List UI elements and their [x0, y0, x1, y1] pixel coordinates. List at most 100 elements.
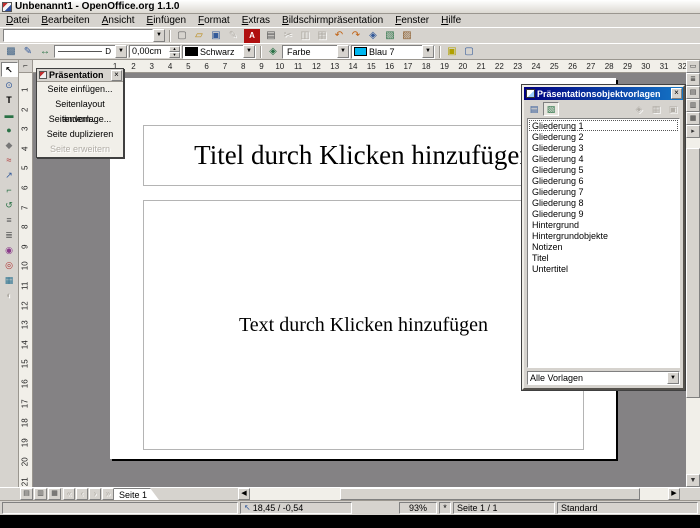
menu-item[interactable]: Datei: [0, 14, 35, 27]
tool-button[interactable]: ◐: [1, 287, 18, 302]
function-icon[interactable]: ✂: [280, 29, 296, 43]
horizontal-ruler[interactable]: 1234567891011121314151617181920212223242…: [33, 60, 686, 73]
line-style-dropdown-button[interactable]: ▼: [115, 45, 127, 58]
style-list-item[interactable]: Gliederung 6: [529, 175, 678, 186]
tool-button[interactable]: ◎: [1, 257, 18, 272]
object-bar-icon[interactable]: ▣: [444, 45, 460, 59]
status-template-cell[interactable]: Standard: [557, 502, 698, 514]
status-position-cell[interactable]: ↖ 18,45 / -0,54: [240, 502, 352, 514]
scroll-down-button[interactable]: ▼: [686, 474, 700, 487]
stylist-close-button[interactable]: ×: [671, 88, 682, 99]
tool-button[interactable]: ≣: [1, 227, 18, 242]
view-button[interactable]: ≣: [686, 73, 700, 86]
tool-button[interactable]: ⌐: [1, 182, 18, 197]
url-combobox[interactable]: ▼: [3, 29, 165, 42]
style-list-item[interactable]: Gliederung 9: [529, 208, 678, 219]
vertical-ruler[interactable]: 123456789101112131415161718192021: [19, 73, 33, 487]
tool-button[interactable]: ⊙: [1, 77, 18, 92]
palette-command[interactable]: Seite einfügen...: [37, 82, 123, 97]
page-nav-button[interactable]: ‹: [76, 488, 88, 500]
view-button[interactable]: ▭: [686, 60, 700, 73]
fill-bucket-icon[interactable]: ◈: [265, 45, 281, 59]
tool-button[interactable]: T: [1, 92, 18, 107]
tool-button[interactable]: ↗: [1, 167, 18, 182]
palette-command[interactable]: Seitenlayout ändern...: [37, 97, 123, 112]
function-icon[interactable]: ▥: [297, 29, 313, 43]
function-icon[interactable]: ▧: [382, 29, 398, 43]
vertical-scrollbar[interactable]: ▭≣▤▥▦▸ ▼: [686, 60, 700, 487]
style-list[interactable]: Gliederung 1Gliederung 2Gliederung 3Glie…: [527, 118, 680, 368]
object-bar-icon[interactable]: ▢: [461, 45, 477, 59]
text-placeholder[interactable]: Text durch Klicken hinzufügen: [143, 200, 584, 450]
status-page-cell[interactable]: Seite 1 / 1: [453, 502, 555, 514]
tool-button[interactable]: ●: [1, 122, 18, 137]
tool-button[interactable]: ▦: [1, 272, 18, 287]
object-bar-icon[interactable]: ▩: [3, 45, 19, 59]
view-button[interactable]: ▥: [686, 99, 700, 112]
view-button[interactable]: ▸: [686, 125, 700, 138]
page-nav-button[interactable]: »: [102, 488, 114, 500]
scroll-right-button[interactable]: ▶: [668, 488, 680, 500]
tool-button[interactable]: ▬: [1, 107, 18, 122]
horizontal-scroll-thumb[interactable]: [340, 488, 640, 500]
tool-button[interactable]: ◉: [1, 242, 18, 257]
page-tab[interactable]: Seite 1: [114, 488, 159, 500]
object-bar-icon[interactable]: ↔: [37, 45, 53, 59]
vertical-scroll-thumb[interactable]: [686, 148, 700, 398]
width-down-button[interactable]: ▼: [169, 52, 180, 58]
fill-type-dropdown-button[interactable]: ▼: [337, 45, 349, 58]
style-list-item[interactable]: Gliederung 3: [529, 142, 678, 153]
view-button[interactable]: ▦: [686, 112, 700, 125]
stylist-toolbar-icon[interactable]: ▦: [648, 102, 664, 116]
style-list-item[interactable]: Hintergrund: [529, 219, 678, 230]
line-color-dropdown-button[interactable]: ▼: [243, 45, 255, 58]
tool-button[interactable]: ↖: [1, 62, 18, 77]
menu-item[interactable]: Bildschirmpräsentation: [276, 14, 389, 27]
scroll-left-button[interactable]: ◀: [238, 488, 250, 500]
url-dropdown-button[interactable]: ▼: [153, 29, 165, 42]
style-list-item[interactable]: Gliederung 4: [529, 153, 678, 164]
palette-command[interactable]: Seitenvorlage...: [37, 112, 123, 127]
function-icon[interactable]: ✎: [225, 29, 241, 43]
stylist-titlebar[interactable]: Präsentationsobjektvorlagen ×: [524, 87, 683, 100]
palette-close-button[interactable]: ×: [111, 70, 122, 81]
fill-color-dropdown-button[interactable]: ▼: [422, 45, 434, 58]
palette-command[interactable]: Seite duplizieren: [37, 127, 123, 142]
line-color-combobox[interactable]: Schwarz ▼: [182, 45, 256, 59]
title-placeholder[interactable]: Titel durch Klicken hinzufügen: [143, 125, 584, 186]
object-bar-icon[interactable]: ✎: [20, 45, 36, 59]
menu-item[interactable]: Fenster: [389, 14, 435, 27]
stylist-toolbar-icon[interactable]: ▤: [526, 102, 542, 116]
function-icon[interactable]: ▤: [263, 29, 279, 43]
palette-titlebar[interactable]: Präsentation ×: [37, 69, 123, 82]
style-list-item[interactable]: Gliederung 2: [529, 131, 678, 142]
style-filter-combobox[interactable]: Alle Vorlagen ▼: [527, 371, 680, 385]
function-icon[interactable]: ▱: [191, 29, 207, 43]
menu-item[interactable]: Ansicht: [96, 14, 141, 27]
stylist-toolbar-icon[interactable]: ▧: [543, 102, 559, 116]
fill-color-combobox[interactable]: Blau 7 ▼: [351, 45, 435, 59]
url-input[interactable]: [3, 29, 153, 42]
stylist-toolbar-icon[interactable]: ◈: [631, 102, 647, 116]
menu-item[interactable]: Format: [192, 14, 236, 27]
line-width-stepper[interactable]: 0,00cm ▲▼: [129, 45, 181, 58]
function-icon[interactable]: ↷: [348, 29, 364, 43]
fill-type-combobox[interactable]: Farbe ▼: [282, 45, 350, 59]
menu-item[interactable]: Extras: [236, 14, 276, 27]
style-list-item[interactable]: Notizen: [529, 241, 678, 252]
palette-command[interactable]: Seite erweitern: [37, 142, 123, 157]
style-list-item[interactable]: Gliederung 8: [529, 197, 678, 208]
style-list-item[interactable]: Gliederung 1: [529, 120, 678, 131]
function-icon[interactable]: ▣: [208, 29, 224, 43]
stylist-toolbar-icon[interactable]: ▣: [665, 102, 681, 116]
function-icon[interactable]: ◈: [365, 29, 381, 43]
function-icon[interactable]: ▨: [399, 29, 415, 43]
style-list-item[interactable]: Titel: [529, 252, 678, 263]
function-icon[interactable]: ▢: [174, 29, 190, 43]
page-nav-button[interactable]: ›: [89, 488, 101, 500]
function-icon[interactable]: ▦: [314, 29, 330, 43]
mode-button[interactable]: ▦: [48, 488, 61, 500]
style-list-item[interactable]: Gliederung 5: [529, 164, 678, 175]
mode-button[interactable]: ▤: [20, 488, 33, 500]
style-list-item[interactable]: Gliederung 7: [529, 186, 678, 197]
